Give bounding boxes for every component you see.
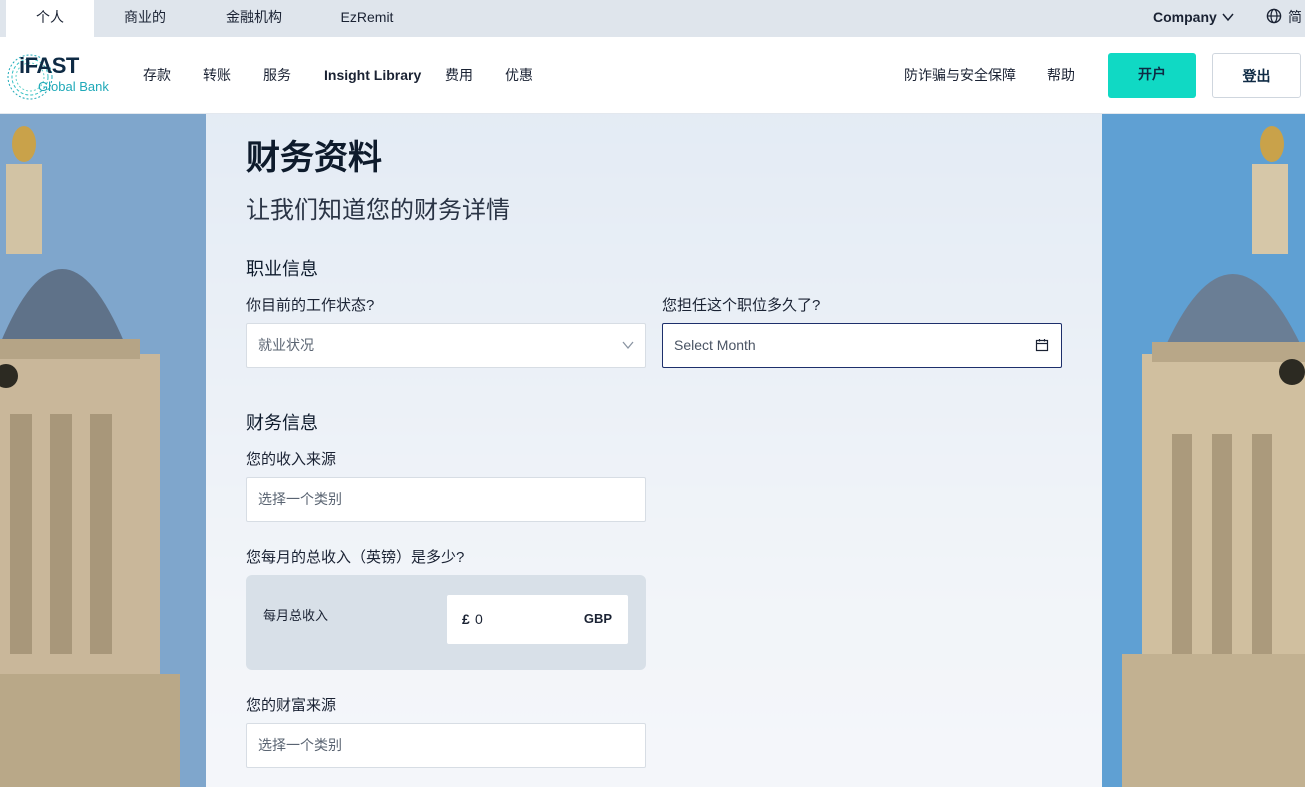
nav-fraud-security[interactable]: 防诈骗与安全保障 [904,37,1016,114]
left-dome-building-image [0,114,206,787]
wealth-source-label: 您的财富来源 [246,697,337,714]
monthly-income-input[interactable]: £ 0 GBP [447,595,628,644]
logo-wordmark: iFAST [19,53,79,78]
currency-symbol: £ [462,611,470,627]
position-duration-month-picker[interactable]: Select Month [662,323,1062,368]
monthly-income-box-label: 每月总收入 [263,608,329,623]
chevron-down-icon [622,341,634,350]
income-source-placeholder: 选择一个类别 [258,491,342,507]
nav-deposits[interactable]: 存款 [143,37,171,114]
ifast-logo[interactable]: iFAST Global Bank [6,49,120,105]
monthly-income-label: 您每月的总收入（英镑）是多少? [246,549,465,566]
globe-icon[interactable] [1266,8,1282,24]
employment-section-heading: 职业信息 [246,259,318,279]
logo-subtitle: Global Bank [38,79,109,94]
chevron-down-icon[interactable] [1221,10,1235,24]
nav-services[interactable]: 服务 [263,37,291,114]
monthly-income-value: 0 [475,611,483,627]
employment-status-label: 你目前的工作状态? [246,297,375,314]
language-switch[interactable]: 简 [1288,0,1302,34]
company-dropdown-label[interactable]: Company [1153,0,1217,34]
monthly-income-box: 每月总收入 £ 0 GBP [246,575,646,670]
month-picker-placeholder: Select Month [674,337,756,353]
tab-financial-institutions[interactable]: 金融机构 [214,0,294,37]
wealth-source-placeholder: 选择一个类别 [258,737,342,753]
nav-offers[interactable]: 优惠 [505,37,533,114]
tab-business[interactable]: 商业的 [112,0,178,37]
wealth-source-select[interactable]: 选择一个类别 [246,723,646,768]
nav-fees[interactable]: 费用 [445,37,473,114]
open-account-button[interactable]: 开户 [1108,53,1196,98]
employment-status-select[interactable]: 就业状况 [246,323,646,368]
financial-profile-form: 财务资料 让我们知道您的财务详情 职业信息 你目前的工作状态? 就业状况 您担任… [206,114,1102,787]
nav-help[interactable]: 帮助 [1047,37,1075,114]
financial-section-heading: 财务信息 [246,413,318,433]
main-navbar: iFAST Global Bank 存款 转账 服务 Insight Libra… [0,37,1305,114]
logout-button[interactable]: 登出 [1212,53,1301,98]
page-title: 财务资料 [246,139,382,177]
nav-transfer[interactable]: 转账 [203,37,231,114]
right-dome-building-image [1102,114,1305,787]
calendar-icon [1035,339,1049,352]
top-utility-bar: 个人 商业的 金融机构 EzRemit Company 简 [0,0,1305,37]
tab-ezremit[interactable]: EzRemit [334,0,400,37]
income-source-select[interactable]: 选择一个类别 [246,477,646,522]
income-source-label: 您的收入来源 [246,451,337,468]
employment-status-placeholder: 就业状况 [258,337,314,353]
page-subtitle: 让我们知道您的财务详情 [246,197,510,224]
tab-personal[interactable]: 个人 [6,0,94,37]
position-duration-label: 您担任这个职位多久了? [662,297,821,314]
currency-code: GBP [583,611,612,626]
nav-insight-library[interactable]: Insight Library [324,37,421,114]
